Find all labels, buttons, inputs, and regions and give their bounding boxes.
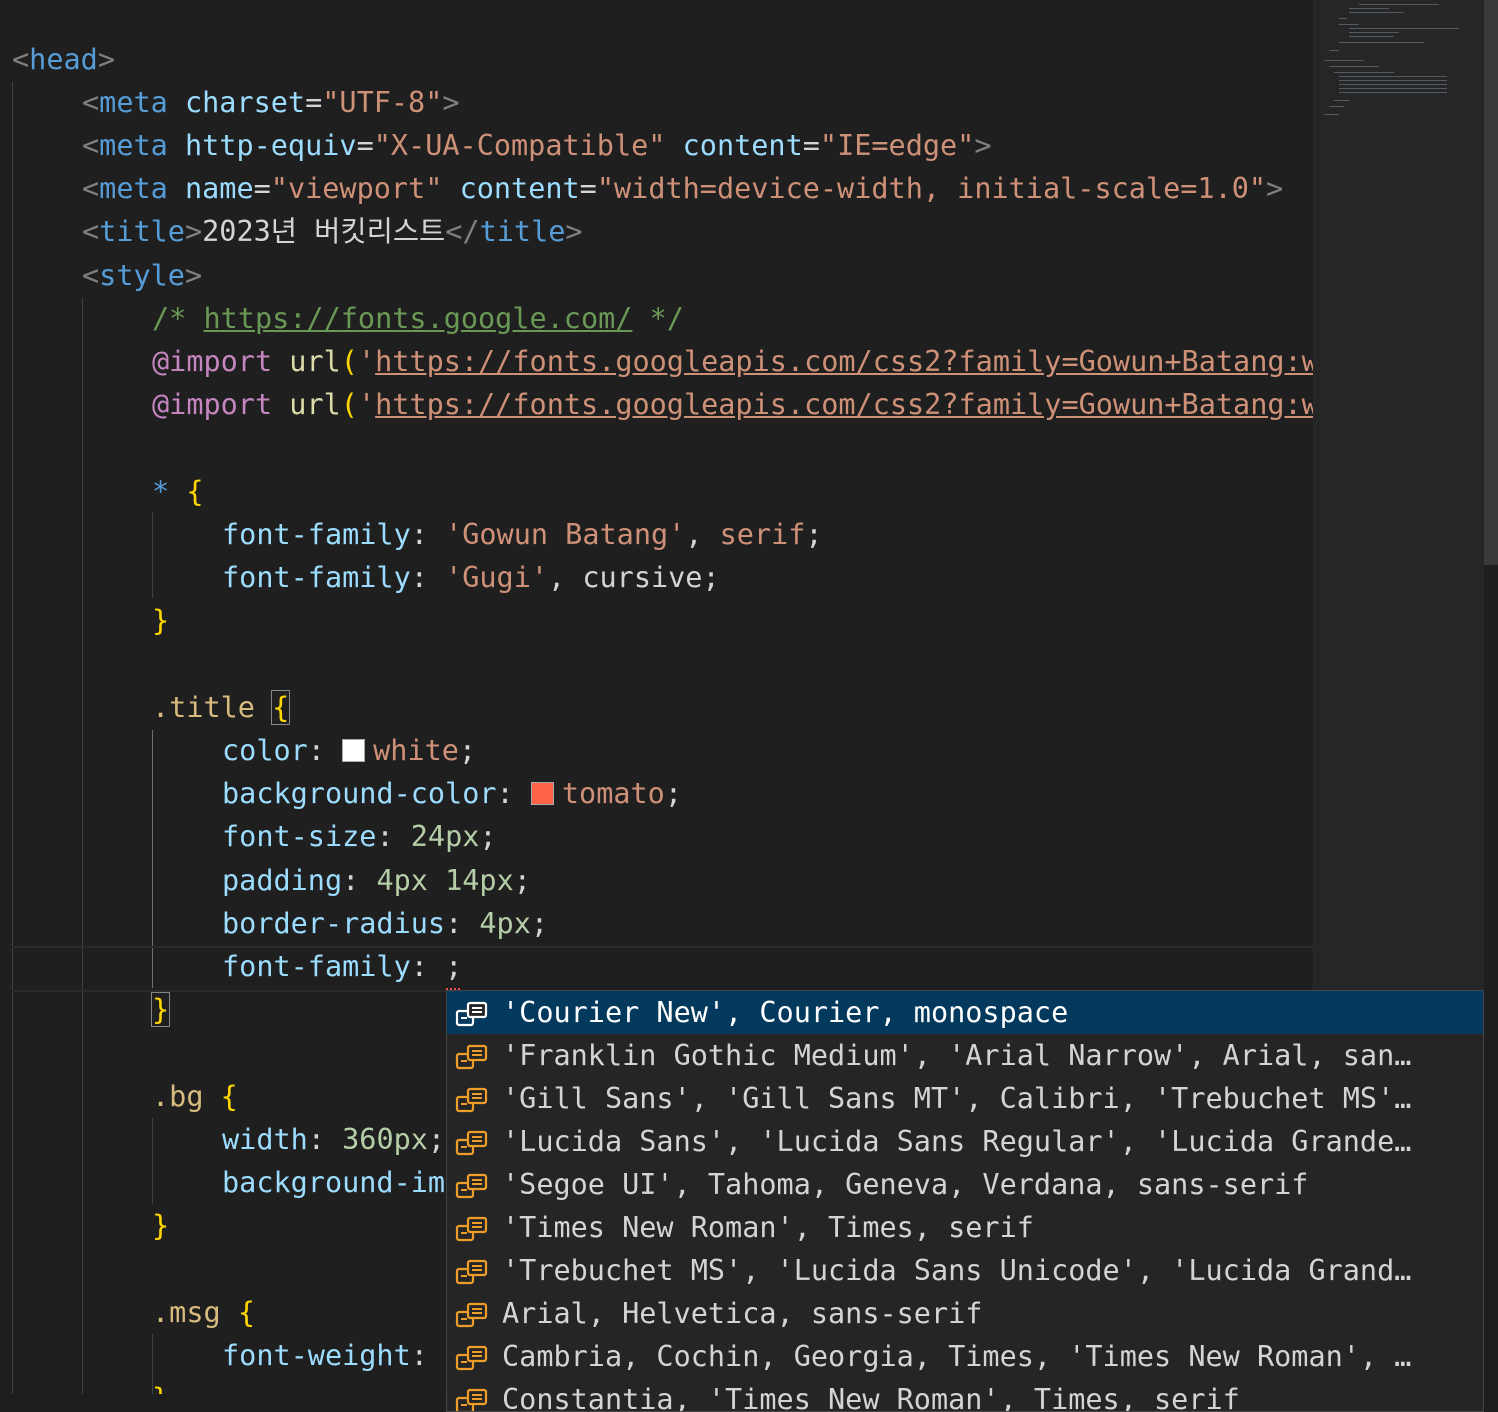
minimap-code — [1349, 36, 1394, 37]
code-line-decl-color: color: white; — [222, 734, 477, 767]
code-line-decl-bg-color: background-color: tomato; — [222, 777, 682, 810]
value-enum-icon — [455, 1041, 489, 1070]
minimap-code — [1349, 32, 1399, 33]
indent-guide — [12, 82, 13, 1394]
code-line-import-2: @import url('https://fonts.googleapis.co… — [152, 383, 1313, 426]
import-url-link[interactable]: https://fonts.googleapis.com/css2?family… — [375, 345, 1313, 378]
minimap-code — [1339, 84, 1447, 85]
minimap-code — [1324, 60, 1364, 61]
error-squiggle — [446, 982, 460, 990]
value-enum-icon — [455, 998, 489, 1027]
minimap-code — [1339, 24, 1359, 25]
code-line-meta-charset: <meta charset="UTF-8"> — [82, 86, 460, 119]
suggestion-label: 'Courier New', Courier, monospace — [502, 996, 1069, 1029]
suggestion-item[interactable]: Cambria, Cochin, Georgia, Times, 'Times … — [447, 1335, 1483, 1378]
value-enum-icon — [455, 1084, 489, 1113]
suggestion-label: Cambria, Cochin, Georgia, Times, 'Times … — [502, 1340, 1412, 1373]
value-enum-icon — [455, 1170, 489, 1199]
code-line-decl-width: width: 360px; — [222, 1123, 446, 1156]
suggestion-label: Constantia, 'Times New Roman', Times, se… — [502, 1383, 1240, 1412]
code-line-decl: font-family: 'Gowun Batang', serif; — [222, 518, 823, 551]
minimap-code — [1349, 28, 1459, 29]
value-enum-icon — [455, 1127, 489, 1156]
indent-guide — [152, 1118, 153, 1204]
code-line-decl-font-family-current[interactable]: font-family: ; — [222, 945, 462, 988]
code-line-title: <title>2023년 버킷리스트</title> — [82, 215, 583, 248]
minimap-code — [1324, 114, 1339, 115]
code-line-close-brace: } — [150, 992, 171, 1027]
code-line-decl-border-radius: border-radius: 4px; — [222, 907, 549, 940]
suggestion-item[interactable]: 'Franklin Gothic Medium', 'Arial Narrow'… — [447, 1034, 1483, 1077]
code-line-msg-selector: .msg { — [152, 1296, 255, 1329]
suggestion-item[interactable]: 'Gill Sans', 'Gill Sans MT', Calibri, 'T… — [447, 1077, 1483, 1120]
code-line-decl: font-family: 'Gugi', cursive; — [222, 561, 720, 594]
minimap-code — [1339, 80, 1447, 81]
import-url-link[interactable]: https://fonts.googleapis.com/css2?family… — [375, 388, 1313, 421]
code-line-meta-compat: <meta http-equiv="X-UA-Compatible" conte… — [82, 129, 992, 162]
value-enum-icon — [455, 1342, 489, 1371]
code-line-comment: /* https://fonts.google.com/ */ — [152, 302, 684, 335]
suggestion-item[interactable]: 'Courier New', Courier, monospace — [447, 991, 1483, 1034]
autocomplete-suggest-widget[interactable]: 'Courier New', Courier, monospace 'Frankl… — [446, 990, 1484, 1412]
suggestion-label: 'Segoe UI', Tahoma, Geneva, Verdana, san… — [502, 1168, 1309, 1201]
minimap-code — [1334, 72, 1394, 73]
value-enum-icon — [455, 1299, 489, 1328]
comment-link[interactable]: https://fonts.google.com/ — [203, 302, 632, 335]
suggestion-label: 'Gill Sans', 'Gill Sans MT', Calibri, 'T… — [502, 1082, 1412, 1115]
code-line-bg-selector: .bg { — [152, 1080, 238, 1113]
code-line-decl-padding: padding: 4px 14px; — [222, 864, 531, 897]
code-line-decl-font-weight: font-weight: — [222, 1339, 428, 1372]
minimap-code — [1339, 88, 1447, 89]
minimap-viewport[interactable] — [1314, 0, 1484, 990]
code-line-decl-background-image: background-im — [222, 1166, 446, 1199]
minimap-code — [1334, 100, 1349, 101]
indent-guide — [152, 512, 153, 598]
suggestion-item[interactable]: 'Lucida Sans', 'Lucida Sans Regular', 'L… — [447, 1120, 1483, 1163]
suggestion-label: 'Franklin Gothic Medium', 'Arial Narrow'… — [502, 1039, 1412, 1072]
minimap-code — [1339, 92, 1447, 93]
suggestion-item[interactable]: 'Segoe UI', Tahoma, Geneva, Verdana, san… — [447, 1163, 1483, 1206]
code-line-title-selector: .title { — [152, 690, 291, 725]
value-enum-icon — [455, 1385, 489, 1411]
minimap-code — [1349, 12, 1404, 13]
suggestion-label: 'Times New Roman', Times, serif — [502, 1211, 1034, 1244]
suggestion-label: Arial, Helvetica, sans-serif — [502, 1297, 983, 1330]
vertical-scrollbar[interactable] — [1484, 0, 1498, 1394]
code-line-decl-font-size: font-size: 24px; — [222, 820, 497, 853]
suggestion-item[interactable]: Constantia, 'Times New Roman', Times, se… — [447, 1378, 1483, 1412]
code-line-universal-selector: * { — [152, 475, 204, 508]
code-line-close-brace: } — [152, 1377, 169, 1394]
minimap-code — [1339, 42, 1424, 43]
minimap-code — [1329, 106, 1344, 107]
code-line-meta-viewport: <meta name="viewport" content="width=dev… — [82, 172, 1284, 205]
suggestion-item[interactable]: 'Times New Roman', Times, serif — [447, 1206, 1483, 1249]
code-line-head: <head> — [12, 43, 115, 76]
minimap-code — [1349, 8, 1389, 9]
minimap-code — [1359, 4, 1439, 5]
suggestion-item[interactable]: Arial, Helvetica, sans-serif — [447, 1292, 1483, 1335]
scrollbar-thumb[interactable] — [1484, 0, 1498, 565]
color-swatch-tomato[interactable] — [530, 782, 554, 805]
code-line-style: <style> — [82, 259, 203, 292]
indent-guide — [82, 298, 83, 1394]
code-line-close-brace: } — [152, 1209, 170, 1242]
value-enum-icon — [455, 1213, 489, 1242]
code-line-import-1: @import url('https://fonts.googleapis.co… — [152, 340, 1313, 383]
suggestion-label: 'Trebuchet MS', 'Lucida Sans Unicode', '… — [502, 1254, 1412, 1287]
minimap-code — [1339, 18, 1347, 19]
current-line-highlight — [12, 946, 1313, 992]
suggestion-item[interactable]: 'Trebuchet MS', 'Lucida Sans Unicode', '… — [447, 1249, 1483, 1292]
minimap-code — [1329, 50, 1339, 51]
minimap-code — [1339, 76, 1447, 77]
suggestion-label: 'Lucida Sans', 'Lucida Sans Regular', 'L… — [502, 1125, 1412, 1158]
value-enum-icon — [455, 1256, 489, 1285]
color-swatch-white[interactable] — [342, 739, 366, 762]
code-line-close-brace: } — [152, 604, 170, 637]
minimap-code — [1329, 66, 1379, 67]
